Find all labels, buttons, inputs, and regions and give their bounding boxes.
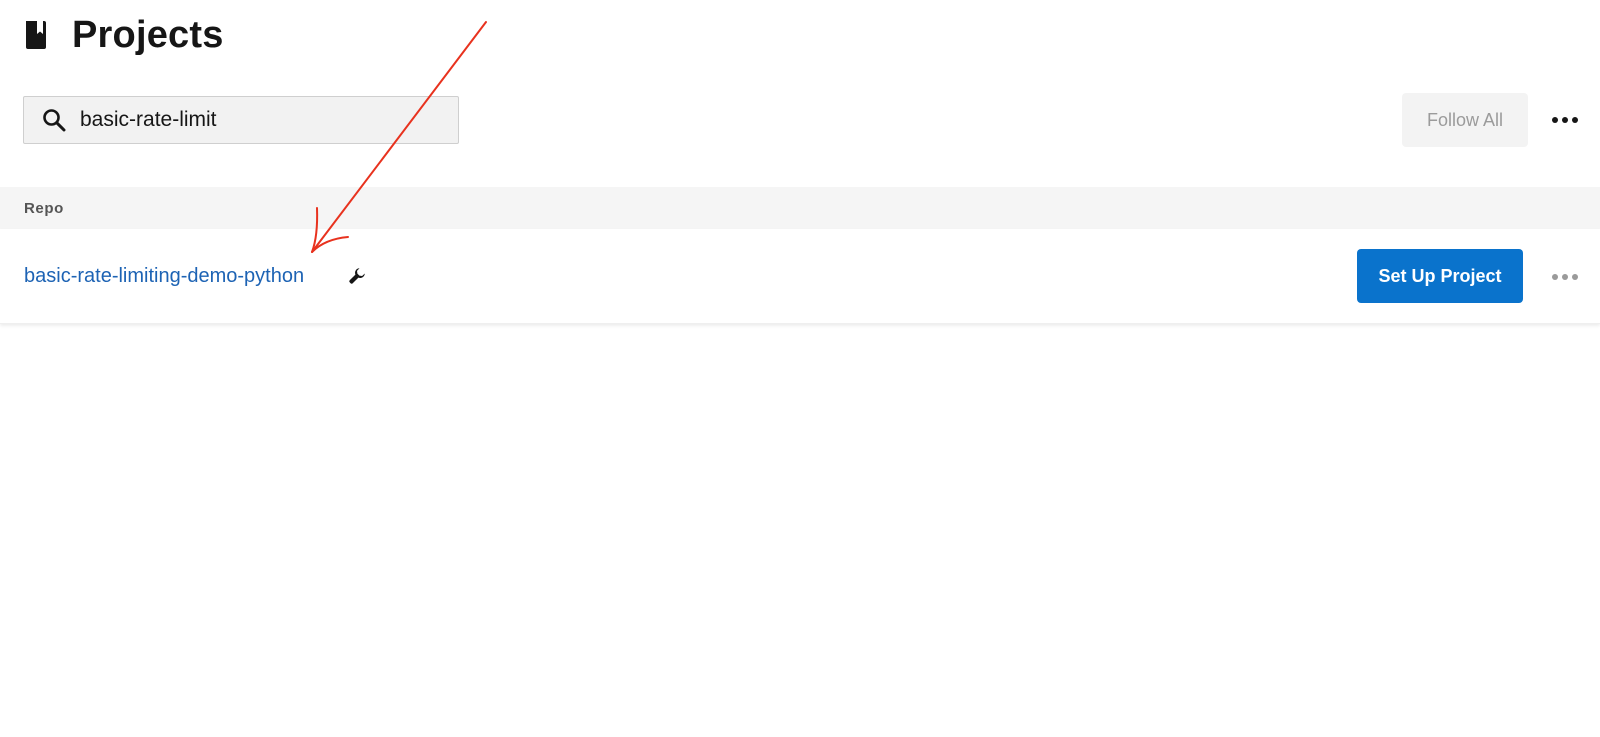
column-header-repo: Repo <box>24 199 64 217</box>
repo-link[interactable]: basic-rate-limiting-demo-python <box>24 265 304 288</box>
more-horizontal-icon[interactable] <box>1548 265 1582 289</box>
search-box[interactable] <box>23 96 459 144</box>
wrench-icon <box>348 267 366 285</box>
book-icon <box>24 20 50 50</box>
search-icon <box>40 106 68 134</box>
table-row: basic-rate-limiting-demo-python Set Up P… <box>0 229 1600 324</box>
table-header: Repo <box>0 187 1600 229</box>
search-input[interactable] <box>80 108 440 132</box>
projects-page: Projects Follow All Repo basic-rate-limi… <box>0 0 1600 737</box>
page-header: Projects <box>24 10 224 60</box>
set-up-project-button[interactable]: Set Up Project <box>1357 249 1523 303</box>
page-title: Projects <box>72 13 224 56</box>
more-horizontal-icon[interactable] <box>1548 108 1582 132</box>
follow-all-button[interactable]: Follow All <box>1402 93 1528 147</box>
